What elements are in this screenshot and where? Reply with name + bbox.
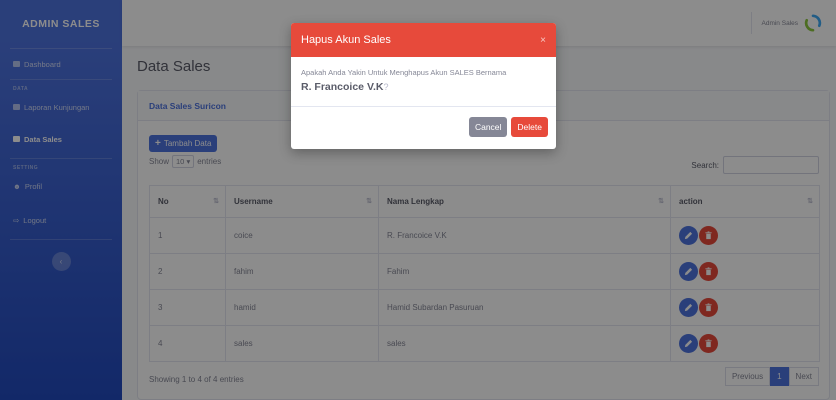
modal-header: Hapus Akun Sales × bbox=[291, 23, 556, 57]
modal-body: Apakah Anda Yakin Untuk Menghapus Akun S… bbox=[291, 57, 556, 107]
modal-question-mark: ? bbox=[383, 82, 389, 92]
delete-confirm-modal: Hapus Akun Sales × Apakah Anda Yakin Unt… bbox=[291, 23, 556, 149]
cancel-button[interactable]: Cancel bbox=[468, 117, 508, 137]
close-icon[interactable]: × bbox=[540, 35, 546, 46]
modal-title: Hapus Akun Sales bbox=[301, 34, 391, 46]
modal-message: Apakah Anda Yakin Untuk Menghapus Akun S… bbox=[301, 68, 507, 77]
modal-account-name: R. Francoice V.K bbox=[301, 81, 384, 93]
modal-footer: Cancel Delete bbox=[468, 117, 548, 137]
delete-button[interactable]: Delete bbox=[511, 117, 548, 137]
modal-account-line: R. Francoice V.K? bbox=[301, 81, 546, 93]
